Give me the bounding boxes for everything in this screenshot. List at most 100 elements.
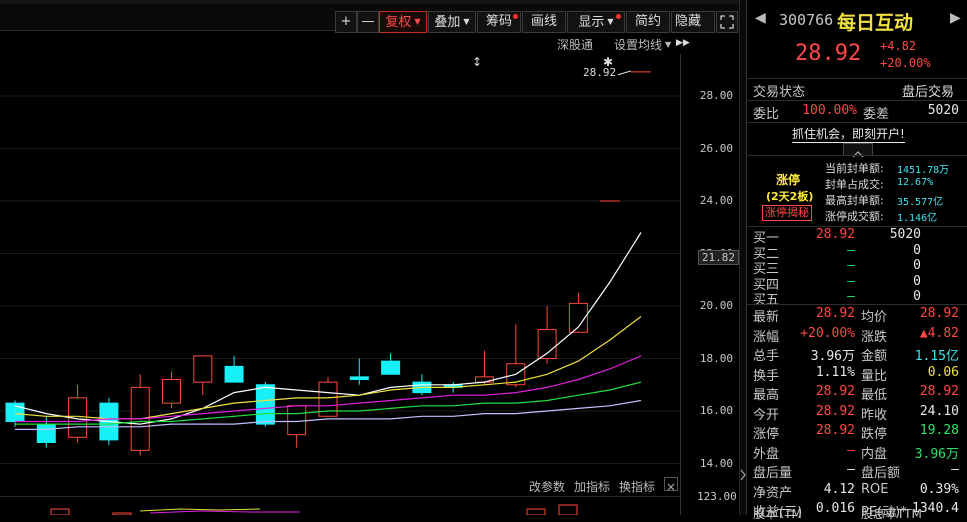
- zoom-out-button[interactable]: —: [357, 11, 379, 33]
- bid-volume: 5020: [889, 227, 921, 242]
- price-change: +4.82: [880, 39, 917, 53]
- kline-chart[interactable]: 28.92✱↕: [0, 54, 680, 474]
- adjust-dropdown[interactable]: 复权 ▼: [379, 11, 427, 33]
- quote-panel: ◀ 300766 每日互动 ▶ 28.92 +4.82 +20.00% 交易状态…: [746, 0, 967, 521]
- chart-subbar: 深股通 设置均线 ▼: [0, 32, 680, 54]
- adjust-label: 复权: [385, 15, 412, 30]
- stat-value: 3.96万: [914, 446, 959, 462]
- bid-price[interactable]: —: [797, 243, 855, 258]
- stat-label: 跌停: [861, 427, 888, 442]
- expand-icon: [720, 15, 734, 29]
- indicator-axis-label: 123.00: [697, 490, 737, 503]
- candle-body-up: [287, 405, 307, 436]
- limit-info-value: 35.577亿: [897, 197, 944, 208]
- volume-bar: [526, 508, 546, 515]
- stat-value: —: [951, 462, 959, 477]
- display-label: 显示: [578, 15, 605, 30]
- chevron-down-icon: ▼: [607, 17, 614, 26]
- wb-label: 委比: [753, 107, 780, 122]
- stat-label: 最低: [861, 388, 888, 403]
- limit-info-label: 封单占成交:: [825, 178, 884, 191]
- stat-value: 28.92: [815, 403, 855, 419]
- stat-label: 股本TTM: [753, 507, 802, 521]
- stat-label: 均价: [861, 310, 888, 325]
- axis-divider: [680, 54, 681, 515]
- close-icon: [667, 483, 675, 491]
- candle-body-down: [224, 365, 244, 383]
- stat-label: 外盘: [753, 446, 780, 462]
- stat-value: 3.96万: [810, 349, 855, 364]
- stat-label: 股息率TTM: [861, 507, 922, 521]
- commission-row: 委比 100.00% 委差 5020: [747, 101, 967, 122]
- stat-label: 涨停: [753, 427, 780, 442]
- change-params-button[interactable]: 改参数: [529, 478, 565, 495]
- expand-button[interactable]: [716, 11, 738, 33]
- drag-handle-icon: ↕: [472, 55, 482, 69]
- chips-label: 筹码: [485, 14, 512, 29]
- candle-body-up: [475, 376, 494, 383]
- price-change-pct: +20.00%: [880, 56, 931, 70]
- trade-status-label: 交易状态: [753, 85, 806, 100]
- current-price: 28.92: [795, 41, 862, 66]
- overlay-label: 叠加: [434, 15, 461, 30]
- chart-toolbar: + — 复权 ▼ 叠加 ▼ 筹码 画线 显示 ▼ 简约 隐藏▶▶: [0, 4, 745, 48]
- stock-name: 每日互动: [837, 12, 914, 34]
- candle-body-down: [36, 423, 56, 443]
- hide-button[interactable]: 隐藏▶▶: [671, 11, 715, 48]
- stat-label: 昨收: [861, 407, 888, 423]
- add-indicator-button[interactable]: 加指标: [574, 478, 610, 495]
- cursor-price-label: 21.82: [697, 250, 739, 266]
- zoom-in-button[interactable]: +: [335, 11, 357, 33]
- candle-body-up: [537, 329, 557, 359]
- stat-value: 28.92: [815, 423, 855, 438]
- stat-label: ROE: [861, 481, 889, 497]
- open-account-link[interactable]: 抓住机会，即刻开户!: [792, 125, 905, 143]
- trade-status-value: 盘后交易: [902, 85, 955, 100]
- y-tick-label: 16.00: [699, 404, 733, 417]
- stat-value: 1.11%: [815, 364, 855, 380]
- chevron-down-icon: ▼: [463, 17, 470, 26]
- prev-stock-button[interactable]: ◀: [755, 10, 766, 26]
- stat-label: 量比: [861, 368, 888, 384]
- close-indicator-button[interactable]: [664, 477, 678, 491]
- price-axis: 28.0026.0024.0022.0020.0018.0016.0014.00…: [681, 54, 739, 474]
- ma-settings-dropdown[interactable]: 设置均线 ▼: [614, 36, 671, 53]
- open-account-banner[interactable]: 抓住机会，即刻开户!: [747, 123, 967, 143]
- stat-value: 0.39%: [919, 481, 959, 497]
- draw-line-button[interactable]: 画线: [522, 11, 566, 33]
- overlay-dropdown[interactable]: 叠加 ▼: [428, 11, 476, 33]
- indicator-chart: [50, 504, 578, 515]
- simple-mode-button[interactable]: 简约: [626, 11, 670, 33]
- stat-label: 涨跌: [861, 329, 888, 345]
- y-tick-label: 24.00: [699, 194, 733, 207]
- bid-price[interactable]: —: [797, 274, 855, 289]
- ma-settings-label: 设置均线: [614, 38, 663, 52]
- candle-body-up: [162, 379, 181, 404]
- stat-value: 0.06: [927, 364, 959, 380]
- bid-price[interactable]: —: [797, 289, 855, 304]
- bid-price[interactable]: —: [797, 258, 855, 273]
- stat-value: +20.00%: [800, 325, 855, 341]
- bid-volume: 0: [913, 258, 921, 273]
- stat-value: 24.10: [919, 403, 959, 419]
- y-tick-label: 20.00: [699, 299, 733, 312]
- stat-label: 换手: [753, 368, 780, 384]
- candle-body-down: [255, 384, 275, 425]
- y-tick-label: 14.00: [699, 456, 733, 470]
- switch-indicator-button[interactable]: 换指标: [619, 478, 655, 495]
- bid-price[interactable]: 28.92: [797, 227, 855, 242]
- stat-value: ▲4.82: [919, 325, 959, 341]
- stat-label: 内盘: [861, 446, 888, 462]
- shenguton-link[interactable]: 深股通: [557, 36, 593, 53]
- indicator-bar: 改参数 加指标 换指标: [0, 474, 680, 496]
- stat-label: 总手: [753, 349, 780, 364]
- next-stock-button[interactable]: ▶: [950, 10, 961, 26]
- stat-label: 最新: [753, 310, 780, 325]
- limit-up-reveal-button[interactable]: 涨停揭秘: [762, 205, 812, 221]
- price-block: 28.92 +4.82 +20.00%: [747, 38, 967, 78]
- last-price-arrow: [617, 70, 632, 76]
- wc-value: 5020: [927, 103, 959, 118]
- wc-label: 委差: [863, 107, 890, 122]
- stat-label: 金额: [861, 349, 888, 364]
- limit-info-value: 1.146亿: [897, 213, 938, 224]
